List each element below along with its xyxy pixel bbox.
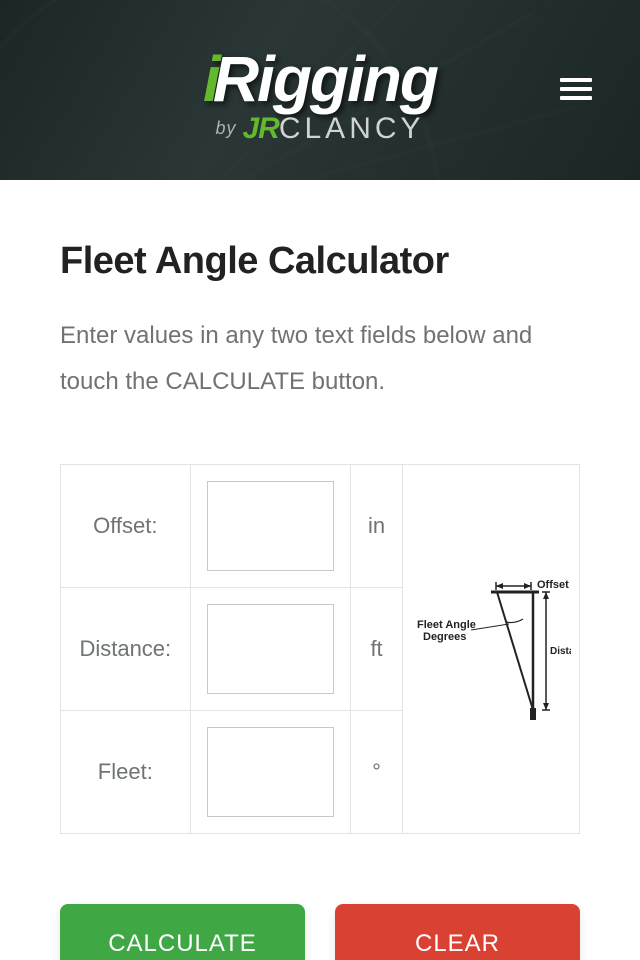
- distance-unit: ft: [351, 588, 403, 711]
- distance-label: Distance:: [61, 588, 191, 711]
- button-row: CALCULATE CLEAR: [60, 904, 580, 960]
- diagram-cell: Offset Distance Distance: [403, 465, 580, 834]
- main-content: Fleet Angle Calculator Enter values in a…: [0, 240, 640, 960]
- distance-input[interactable]: [207, 604, 335, 694]
- calculate-button[interactable]: CALCULATE: [60, 904, 305, 960]
- diagram-offset-label: Offset: [537, 579, 569, 591]
- page-title: Fleet Angle Calculator: [60, 240, 580, 283]
- offset-unit: in: [351, 465, 403, 588]
- fleet-angle-diagram: Offset Distance Distance: [411, 574, 571, 724]
- instructions: Enter values in any two text fields belo…: [60, 313, 580, 404]
- logo-by: by: [215, 118, 236, 138]
- fleet-label: Fleet:: [61, 711, 191, 834]
- diagram-angle-label-2: Degrees: [423, 631, 466, 643]
- calculator-table: Offset: in Offset: [60, 464, 580, 834]
- table-row: Offset: in Offset: [61, 465, 580, 588]
- offset-input[interactable]: [207, 481, 335, 571]
- logo-text-rigging: Rigging: [213, 43, 437, 115]
- menu-icon[interactable]: [560, 78, 592, 102]
- clear-button[interactable]: CLEAR: [335, 904, 580, 960]
- logo: iRigging byJRCLANCY: [0, 42, 640, 146]
- app-header: iRigging byJRCLANCY: [0, 0, 640, 180]
- fleet-unit: °: [351, 711, 403, 834]
- diagram-distance-label-visible: Distance: [550, 646, 571, 657]
- diagram-angle-label-1: Fleet Angle: [417, 619, 476, 631]
- logo-jr: JR: [242, 112, 278, 145]
- fleet-input[interactable]: [207, 727, 335, 817]
- offset-label: Offset:: [61, 465, 191, 588]
- logo-clancy: CLANCY: [279, 112, 425, 145]
